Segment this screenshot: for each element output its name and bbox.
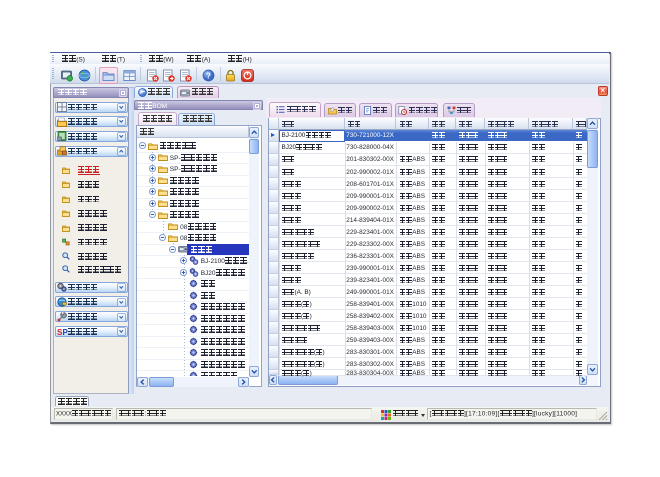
svg-text:?: ? (206, 72, 211, 81)
